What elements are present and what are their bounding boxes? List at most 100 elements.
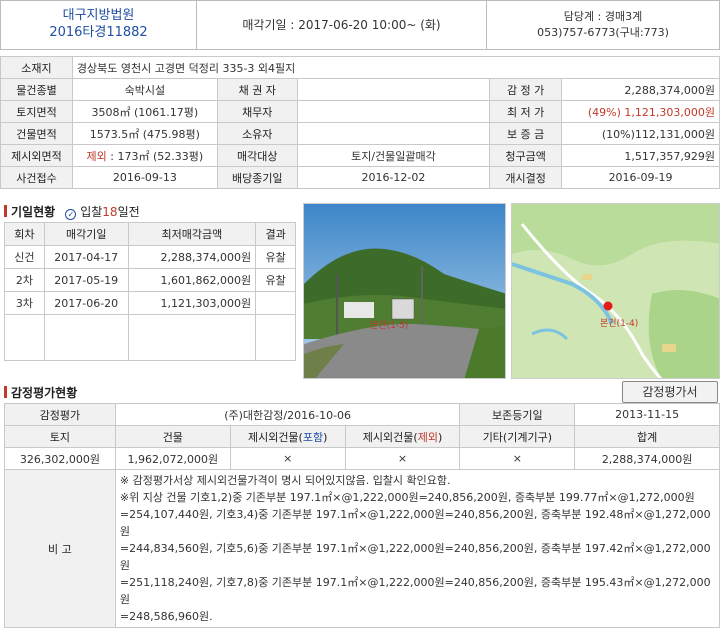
commencement-label: 개시결정 xyxy=(489,166,563,189)
round: 3차 xyxy=(4,291,45,315)
other-value: × xyxy=(459,447,576,470)
col-building: 건물 xyxy=(114,425,231,448)
remarks-line: ※ 감정평가서상 제시외건물가격이 명시 되어있지않음. 입찰시 확인요함. xyxy=(119,474,451,487)
schedule-table: 회차 매각기일 최저매각금액 결과 신건 2017-04-17 2,288,37… xyxy=(4,222,296,361)
court-name: 대구지방법원 xyxy=(62,8,135,23)
col-extra-incl: 제시외건물(포함) xyxy=(229,425,346,448)
court-block: 대구지방법원 2016타경11882 xyxy=(1,1,197,49)
property-info-table: 소재지 경상북도 영천시 고경면 덕정리 335-3 외4필지 물건종별 숙박시… xyxy=(0,56,720,189)
appraisal-title-text: 감정평가현황 xyxy=(11,386,78,400)
sale-target-value: 토지/건물일괄매각 xyxy=(296,144,491,167)
team-label: 담당계 : 경매3계 xyxy=(563,10,643,23)
min-price-value: (49%) 1,121,303,000원 xyxy=(561,100,720,123)
owner-value xyxy=(296,122,491,145)
dividend-deadline-label: 배당종기일 xyxy=(216,166,298,189)
land-area-label: 토지면적 xyxy=(0,100,73,123)
owner-label: 소유자 xyxy=(216,122,298,145)
total-value: 2,288,374,000원 xyxy=(574,447,720,470)
deposit-value: (10%)112,131,000원 xyxy=(561,122,720,145)
blank-cell xyxy=(127,314,257,361)
creditor-value xyxy=(296,78,491,101)
creditor-label: 채 권 자 xyxy=(216,78,298,101)
case-received-label: 사건접수 xyxy=(0,166,73,189)
check-circle-icon: ✓ xyxy=(65,209,77,220)
section-marker xyxy=(4,205,7,217)
address-value: 경상북도 영천시 고경면 덕정리 335-3 외4필지 xyxy=(71,56,720,79)
dividend-deadline-value: 2016-12-02 xyxy=(296,166,491,189)
col-extra-incl-text: 제시외건물( xyxy=(247,430,303,444)
date: 2017-04-17 xyxy=(43,245,129,269)
blank-cell xyxy=(4,314,45,361)
col-total: 합계 xyxy=(574,425,720,448)
commencement-value: 2016-09-19 xyxy=(561,166,720,189)
appraisal-report-button[interactable]: 감정평가서 xyxy=(622,381,718,403)
building-area-value: 1573.5㎡ (475.98평) xyxy=(71,122,218,145)
sale-target-label: 매각대상 xyxy=(216,144,298,167)
table-row: 토지면적 3508㎡ (1061.17평) 채무자 최 저 가 (49%) 1,… xyxy=(0,100,720,123)
appraisal-section-title: 감정평가현황 xyxy=(4,384,77,401)
land-value: 326,302,000원 xyxy=(4,447,116,470)
land-area-value: 3508㎡ (1061.17평) xyxy=(71,100,218,123)
property-type-value: 숙박시설 xyxy=(71,78,218,101)
result: 유찰 xyxy=(255,268,296,292)
deposit-label: 보 증 금 xyxy=(489,122,563,145)
building-area-label: 건물면적 xyxy=(0,122,73,145)
location-map[interactable]: 본건(1-4) xyxy=(511,203,720,379)
property-type-label: 물건종별 xyxy=(0,78,73,101)
case-received-value: 2016-09-13 xyxy=(71,166,218,189)
min-price: 2,288,374,000원 xyxy=(127,245,257,269)
date: 2017-06-20 xyxy=(43,291,129,315)
col-other: 기타(기계기구) xyxy=(459,425,576,448)
extra-area-text: : 173㎡ (52.33평) xyxy=(106,149,204,163)
debtor-label: 채무자 xyxy=(216,100,298,123)
property-photo[interactable]: 본건(1-5) xyxy=(303,203,506,379)
retention-date-value: 2013-11-15 xyxy=(574,403,720,426)
table-row: 비 고 ※ 감정평가서상 제시외건물가격이 명시 되어있지않음. 입찰시 확인요… xyxy=(4,469,720,628)
table-row: 3차 2017-06-20 1,121,303,000원 xyxy=(4,291,296,315)
appraised-price-label: 감 정 가 xyxy=(489,78,563,101)
excluded-tag: 제외 xyxy=(86,149,107,163)
debtor-value xyxy=(296,100,491,123)
remarks-line: =254,107,440원, 기호3,4)중 기존부분 197.1㎡×@1,22… xyxy=(119,508,711,538)
col-land: 토지 xyxy=(4,425,116,448)
date: 2017-05-19 xyxy=(43,268,129,292)
dday-prefix: 입찰 xyxy=(80,205,103,219)
map-label: 본건(1-4) xyxy=(600,319,639,329)
dday-indicator: ✓ 입찰18일전 xyxy=(65,205,140,220)
table-row: 제시외면적 제외 : 173㎡ (52.33평) 매각대상 토지/건물일괄매각 … xyxy=(0,144,720,167)
col-date: 매각기일 xyxy=(43,222,129,246)
photo-label: 본건(1-5) xyxy=(370,321,409,331)
remarks-line: =248,586,960원. xyxy=(119,610,213,623)
phone-number: 053)757-6773(구내:773) xyxy=(537,26,669,39)
col-min-price: 최저매각금액 xyxy=(127,222,257,246)
appraiser-value: (주)대한감정/2016-10-06 xyxy=(114,403,461,426)
table-row: 물건종별 숙박시설 채 권 자 감 정 가 2,288,374,000원 xyxy=(0,78,720,101)
remarks-line: ※위 지상 건물 기호1,2)중 기존부분 197.1㎡×@1,222,000원… xyxy=(119,491,695,504)
schedule-title-text: 기일현황 xyxy=(11,205,56,219)
dday-number: 18 xyxy=(102,205,118,219)
appraised-price-value: 2,288,374,000원 xyxy=(561,78,720,101)
min-price: 1,601,862,000원 xyxy=(127,268,257,292)
remarks-line: =251,118,240원, 기호7,8)중 기존부분 197.1㎡×@1,22… xyxy=(119,576,711,606)
col-result: 결과 xyxy=(255,222,296,246)
table-row: 사건접수 2016-09-13 배당종기일 2016-12-02 개시결정 20… xyxy=(0,166,720,189)
min-price-label: 최 저 가 xyxy=(489,100,563,123)
table-header-row: 회차 매각기일 최저매각금액 결과 xyxy=(4,222,296,246)
building-value: 1,962,072,000원 xyxy=(114,447,231,470)
case-number: 2016타경11882 xyxy=(49,25,148,40)
min-price: 1,121,303,000원 xyxy=(127,291,257,315)
table-header-row: 토지 건물 제시외건물(포함) 제시외건물(제외) 기타(기계기구) 합계 xyxy=(4,425,720,448)
section-marker xyxy=(4,386,7,398)
table-row: 신건 2017-04-17 2,288,374,000원 유찰 xyxy=(4,245,296,269)
col-round: 회차 xyxy=(4,222,45,246)
claim-amount-value: 1,517,357,929원 xyxy=(561,144,720,167)
col-extra-incl-word: 포함 xyxy=(302,430,324,444)
map-image xyxy=(512,204,719,378)
extra-area-label: 제시외면적 xyxy=(0,144,73,167)
result: 유찰 xyxy=(255,245,296,269)
round: 신건 xyxy=(4,245,45,269)
blank-cell xyxy=(255,314,296,361)
col-extra-excl-close: ) xyxy=(437,430,443,444)
property-photo-image xyxy=(304,204,505,378)
contact-block: 담당계 : 경매3계 053)757-6773(구내:773) xyxy=(487,1,719,49)
